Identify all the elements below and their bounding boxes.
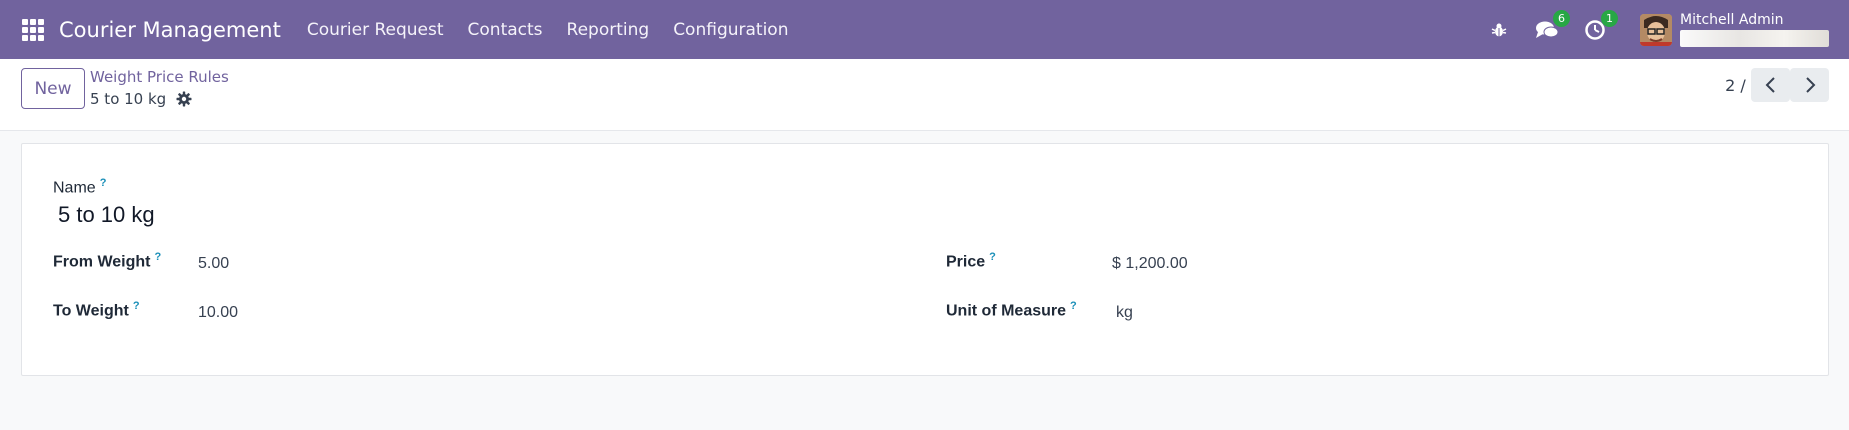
to-weight-field[interactable]: 10.00: [198, 304, 238, 322]
name-field[interactable]: 5 to 10 kg: [58, 202, 155, 228]
unit-of-measure-label-text: Unit of Measure: [946, 302, 1067, 320]
debug-bug-icon[interactable]: [1486, 17, 1512, 43]
new-button[interactable]: New: [21, 68, 85, 109]
from-weight-label-text: From Weight: [53, 253, 151, 271]
menu-configuration[interactable]: Configuration: [673, 20, 788, 40]
user-menu[interactable]: Mitchell Admin: [1680, 12, 1829, 47]
app-title[interactable]: Courier Management: [59, 18, 281, 42]
activities-count-badge: 1: [1601, 9, 1618, 27]
menu-contacts[interactable]: Contacts: [468, 20, 543, 40]
name-label: Name?: [53, 177, 106, 197]
chevron-right-icon: [1805, 77, 1815, 93]
unit-of-measure-help-tooltip[interactable]: ?: [1070, 300, 1077, 312]
top-navbar: Courier Management Courier Request Conta…: [0, 0, 1849, 59]
gear-icon[interactable]: [176, 91, 192, 107]
name-help-tooltip[interactable]: ?: [100, 177, 107, 189]
menu-reporting[interactable]: Reporting: [567, 20, 650, 40]
apps-menu-icon[interactable]: [22, 18, 44, 41]
price-field[interactable]: $ 1,200.00: [1112, 255, 1188, 273]
messages-count-badge: 6: [1553, 9, 1570, 27]
price-label: Price?: [946, 251, 996, 271]
from-weight-help-tooltip[interactable]: ?: [154, 251, 161, 263]
unit-of-measure-label: Unit of Measure?: [946, 300, 1077, 320]
name-label-text: Name: [53, 179, 96, 197]
pager-previous-button[interactable]: [1751, 68, 1790, 102]
unit-of-measure-field[interactable]: kg: [1116, 304, 1133, 322]
control-panel: New Weight Price Rules 5 to 10 kg 2 / 3: [0, 59, 1849, 131]
menu-courier-request[interactable]: Courier Request: [307, 20, 444, 40]
breadcrumb-current-record: 5 to 10 kg: [90, 90, 192, 108]
price-label-text: Price: [946, 253, 986, 271]
from-weight-field[interactable]: 5.00: [198, 255, 229, 273]
price-help-tooltip[interactable]: ?: [989, 251, 996, 263]
systray: 6 1 Mitchell Admin: [1486, 0, 1849, 59]
form-sheet: Name? 5 to 10 kg From Weight? 5.00 To We…: [21, 143, 1829, 376]
pager-next-button[interactable]: [1790, 68, 1829, 102]
breadcrumb-weight-price-rules[interactable]: Weight Price Rules: [90, 68, 229, 86]
from-weight-label: From Weight?: [53, 251, 161, 271]
to-weight-help-tooltip[interactable]: ?: [133, 300, 140, 312]
to-weight-label: To Weight?: [53, 300, 140, 320]
to-weight-label-text: To Weight: [53, 302, 129, 320]
database-name-blurred: [1680, 30, 1829, 47]
record-title: 5 to 10 kg: [90, 90, 167, 108]
user-avatar[interactable]: [1640, 13, 1672, 46]
activities-clock-icon[interactable]: 1: [1582, 9, 1618, 43]
user-name: Mitchell Admin: [1680, 12, 1784, 28]
messages-icon[interactable]: 6: [1534, 9, 1570, 43]
chevron-left-icon: [1765, 77, 1775, 93]
